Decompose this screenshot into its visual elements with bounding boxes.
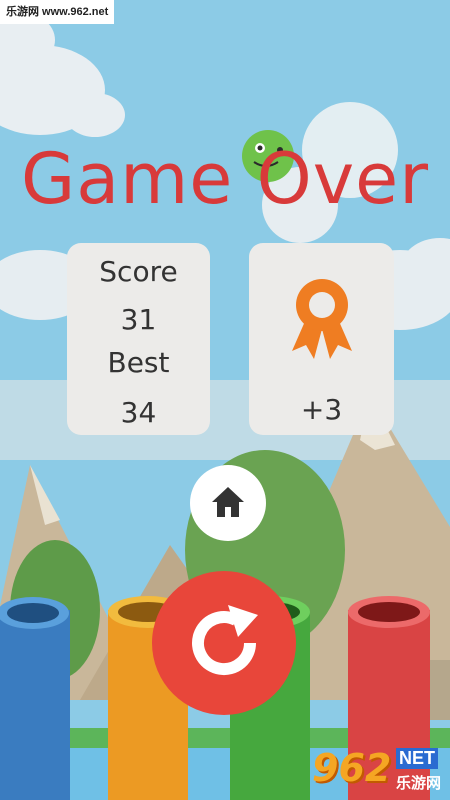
best-value: 34 [120,396,157,429]
restart-button[interactable] [152,571,296,715]
score-label: Score [99,255,178,288]
watermark: 乐游网 www.962.net [0,0,115,24]
logo-net: NET [396,748,438,769]
logo-site-name: 乐游网 [396,774,442,792]
game-over-title: Game Over [20,138,429,220]
reward-value: +3 [300,393,343,426]
ribbon-medal-icon [292,279,352,359]
home-button[interactable] [190,465,266,541]
score-card: Score 31 Best 34 [67,243,210,435]
restart-icon [192,605,258,676]
site-logo: 962 NET 乐游网 [312,744,444,796]
home-icon [212,487,244,517]
logo-number: 962 [312,746,392,790]
score-value: 31 [120,303,157,336]
reward-card: +3 [249,243,394,435]
pipe-blue [0,597,70,800]
best-label: Best [107,346,170,379]
